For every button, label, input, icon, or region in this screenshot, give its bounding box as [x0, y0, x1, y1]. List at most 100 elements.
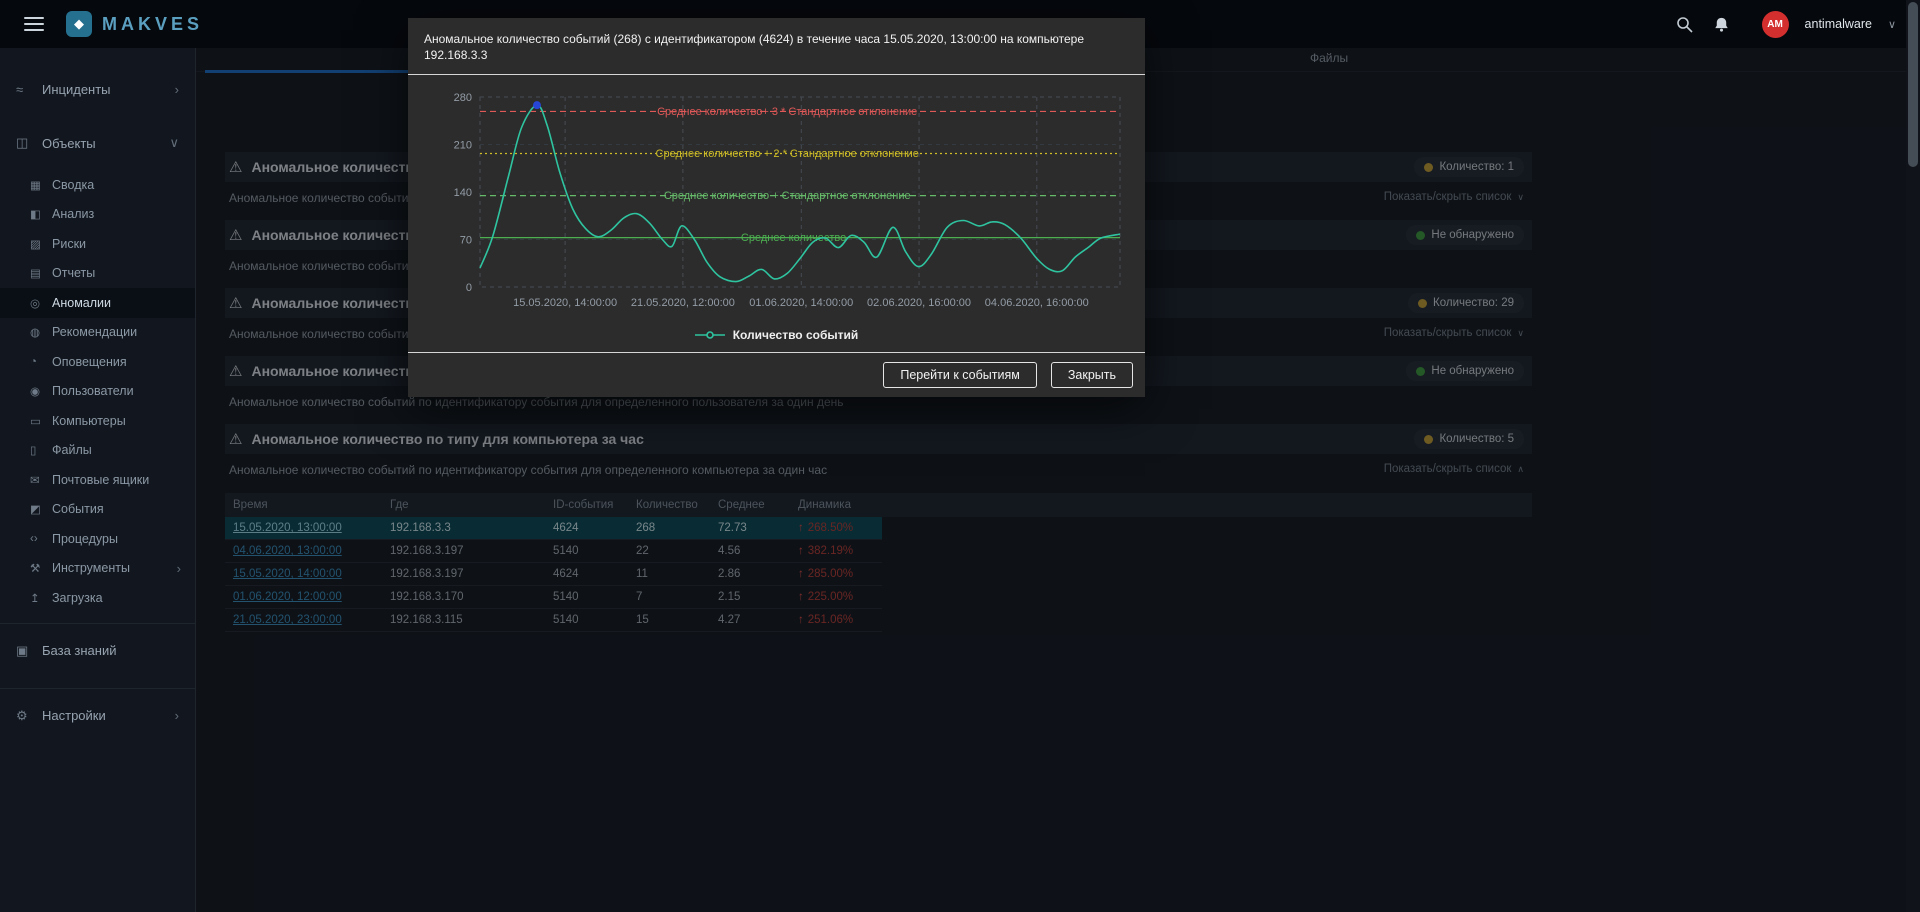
sidebar-item-label: Анализ: [52, 207, 94, 221]
badge-dot: [1418, 299, 1427, 308]
chevron-up-icon: ∧: [1517, 464, 1524, 475]
cell-average: 2.15: [718, 591, 798, 603]
time-link[interactable]: 15.05.2020, 14:00:00: [233, 568, 342, 580]
sidebar-item-label: Риски: [52, 237, 86, 251]
sidebar-item-summary[interactable]: ▦ Сводка: [0, 170, 195, 200]
table-row: 21.05.2020, 23:00:00 192.168.3.115 5140 …: [225, 609, 882, 632]
badge-label: Не обнаружено: [1431, 365, 1514, 377]
sidebar-item-label: Загрузка: [52, 591, 103, 605]
brand-name: MAKVES: [102, 14, 203, 35]
sidebar-item-label: Настройки: [42, 708, 106, 723]
legend-label: Количество событий: [733, 328, 859, 342]
mailbox-icon: ✉: [30, 473, 52, 487]
card-title: Аномальное количество по типу для компью…: [251, 431, 643, 447]
sidebar-item-procedures[interactable]: ‹› Процедуры: [0, 524, 195, 554]
anomaly-events-chart: 07014021028015.05.2020, 14:00:0021.05.20…: [416, 81, 1134, 321]
col-count: Количество: [636, 499, 718, 511]
username-label[interactable]: antimalware: [1805, 17, 1872, 31]
sidebar-item-risks[interactable]: ▨ Риски: [0, 229, 195, 259]
user-menu-chevron-down-icon[interactable]: ∨: [1888, 18, 1896, 31]
card-title: Аномальное количество с: [251, 227, 434, 243]
cell-event-id: 5140: [553, 614, 636, 626]
sidebar-item-knowledge-base[interactable]: ▣ База знаний: [0, 624, 195, 678]
time-link[interactable]: 04.06.2020, 13:00:00: [233, 545, 342, 557]
toggle-label: Показать/скрыть список: [1384, 463, 1512, 475]
legend-line-marker: [695, 330, 725, 340]
chevron-right-icon: ›: [175, 708, 179, 723]
sidebar-item-files[interactable]: ▯ Файлы: [0, 436, 195, 466]
show-hide-list-toggle[interactable]: Показать/скрыть список ∧: [1384, 463, 1524, 475]
sidebar-item-alerts[interactable]: ◔ Оповещения: [0, 347, 195, 377]
hamburger-menu-icon[interactable]: [24, 17, 44, 31]
sidebar-item-events[interactable]: ◩ События: [0, 495, 195, 525]
cell-where: 192.168.3.170: [390, 591, 553, 603]
table-row: 04.06.2020, 13:00:00 192.168.3.197 5140 …: [225, 540, 882, 563]
summary-icon: ▦: [30, 178, 52, 192]
reports-icon: ▤: [30, 266, 52, 280]
search-icon[interactable]: [1674, 14, 1695, 35]
knowledge-base-icon: ▣: [16, 643, 42, 659]
time-link[interactable]: 15.05.2020, 13:00:00: [233, 522, 342, 534]
warning-triangle-icon: ⚠: [229, 362, 242, 380]
show-hide-list-toggle[interactable]: Показать/скрыть список ∨: [1384, 327, 1524, 339]
table-row: 15.05.2020, 14:00:00 192.168.3.197 4624 …: [225, 563, 882, 586]
sidebar-item-recommendations[interactable]: ◍ Рекомендации: [0, 318, 195, 348]
count-badge: Количество: 29: [1408, 293, 1524, 313]
cell-count: 7: [636, 591, 718, 603]
svg-text:Среднее количество+ 3 * Станда: Среднее количество+ 3 * Стандартное откл…: [657, 106, 917, 118]
cell-count: 268: [636, 522, 718, 534]
cell-average: 4.27: [718, 614, 798, 626]
warning-triangle-icon: ⚠: [229, 294, 242, 312]
cell-event-id: 4624: [553, 522, 636, 534]
toggle-label: Показать/скрыть список: [1384, 191, 1512, 203]
sidebar-item-label: Компьютеры: [52, 414, 126, 428]
sidebar-section-objects[interactable]: ◫ Объекты ∨: [0, 116, 195, 170]
chart-legend: Количество событий: [408, 326, 1145, 352]
warning-triangle-icon: ⚠: [229, 226, 242, 244]
cell-where: 192.168.3.115: [390, 614, 553, 626]
card-description: Аномальное количество событий в т: [229, 259, 434, 273]
time-link[interactable]: 21.05.2020, 23:00:00: [233, 614, 342, 626]
cell-event-id: 5140: [553, 545, 636, 557]
close-button[interactable]: Закрыть: [1051, 362, 1133, 388]
users-icon: ◉: [30, 384, 52, 398]
sidebar-item-upload[interactable]: ↥ Загрузка: [0, 583, 195, 613]
anomaly-chart-modal: Аномальное количество событий (268) с ид…: [408, 18, 1145, 397]
avatar[interactable]: AM: [1762, 11, 1789, 38]
scrollbar-thumb[interactable]: [1908, 2, 1918, 167]
chevron-right-icon: ›: [177, 561, 181, 576]
count-badge: Количество: 5: [1414, 429, 1524, 449]
sidebar-item-tools[interactable]: ⚒ Инструменты ›: [0, 554, 195, 584]
status-badge: Не обнаружено: [1406, 225, 1524, 245]
warning-triangle-icon: ⚠: [229, 158, 242, 176]
badge-label: Не обнаружено: [1431, 229, 1514, 241]
sidebar-section-incidents[interactable]: ≈ Инциденты ›: [0, 62, 195, 116]
settings-gear-icon: ⚙: [16, 708, 42, 724]
svg-text:Среднее количество + 2 * Станд: Среднее количество + 2 * Стандартное отк…: [656, 148, 919, 160]
badge-dot: [1416, 367, 1425, 376]
bell-icon[interactable]: [1711, 14, 1732, 35]
tab-files[interactable]: Файлы: [1310, 51, 1348, 65]
sidebar-item-settings[interactable]: ⚙ Настройки ›: [0, 689, 195, 743]
sidebar-item-mailboxes[interactable]: ✉ Почтовые ящики: [0, 465, 195, 495]
sidebar-item-anomalies[interactable]: ◎ Аномалии: [0, 288, 195, 318]
badge-label: Количество: 5: [1439, 433, 1514, 445]
arrow-up-icon: ↑: [798, 591, 804, 603]
time-link[interactable]: 01.06.2020, 12:00:00: [233, 591, 342, 603]
badge-dot: [1424, 163, 1433, 172]
cell-dynamics: ↑251.06%: [798, 614, 882, 626]
card-title: Аномальное количество с: [251, 159, 434, 175]
show-hide-list-toggle[interactable]: Показать/скрыть список ∨: [1384, 191, 1524, 203]
svg-text:210: 210: [454, 140, 472, 152]
sidebar-item-reports[interactable]: ▤ Отчеты: [0, 259, 195, 289]
events-icon: ◩: [30, 502, 52, 516]
sidebar-item-label: Процедуры: [52, 532, 118, 546]
sidebar-item-users[interactable]: ◉ Пользователи: [0, 377, 195, 407]
sidebar-item-analysis[interactable]: ◧ Анализ: [0, 200, 195, 230]
sidebar-item-computers[interactable]: ▭ Компьютеры: [0, 406, 195, 436]
sidebar-item-label: Сводка: [52, 178, 94, 192]
active-tab-underline: [205, 70, 408, 73]
table-header: Время Где ID-события Количество Среднее …: [225, 493, 1532, 517]
go-to-events-button[interactable]: Перейти к событиям: [883, 362, 1037, 388]
sidebar-item-label: Оповещения: [52, 355, 127, 369]
